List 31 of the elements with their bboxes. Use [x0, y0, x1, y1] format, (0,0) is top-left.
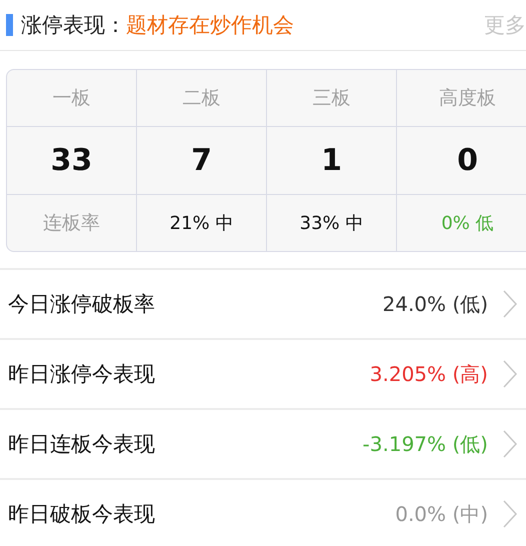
metric-label: 昨日连板今表现: [8, 431, 155, 458]
chevron-icon: [502, 499, 518, 529]
metric-row[interactable]: 昨日破板今表现 0.0% (中): [0, 480, 526, 546]
rate-value: 0% 低: [441, 212, 494, 235]
column-header: 二板: [182, 86, 220, 111]
accent-bar: [6, 14, 13, 36]
metric-label: 昨日破板今表现: [8, 501, 155, 528]
chevron-icon: [502, 429, 518, 459]
rate-value: 33% 中: [300, 212, 364, 235]
column-header: 一板: [52, 86, 90, 111]
board-count: 33: [50, 143, 92, 178]
section-title: 涨停表现：: [21, 12, 126, 39]
board-count: 1: [321, 143, 342, 178]
section-subtitle: 题材存在炒作机会: [126, 12, 294, 39]
board-count: 7: [191, 143, 212, 178]
chevron-icon: [502, 289, 518, 319]
board-count: 0: [457, 143, 478, 178]
metric-value: 0.0% (中): [395, 500, 488, 528]
metric-label: 昨日涨停今表现: [8, 361, 155, 388]
column-header: 三板: [312, 86, 350, 111]
metric-label: 今日涨停破板率: [8, 291, 155, 318]
rate-value: 21% 中: [170, 212, 234, 235]
column-header: 高度板: [439, 86, 496, 111]
metric-row[interactable]: 昨日涨停今表现 3.205% (高): [0, 340, 526, 410]
metric-value: -3.197% (低): [362, 430, 488, 458]
metric-value: 3.205% (高): [370, 360, 488, 388]
chevron-icon: [502, 359, 518, 389]
metric-row[interactable]: 昨日连板今表现 -3.197% (低): [0, 410, 526, 480]
metric-value: 24.0% (低): [382, 290, 488, 318]
metric-row[interactable]: 今日涨停破板率 24.0% (低): [0, 270, 526, 340]
row-label: 连板率: [43, 211, 100, 236]
